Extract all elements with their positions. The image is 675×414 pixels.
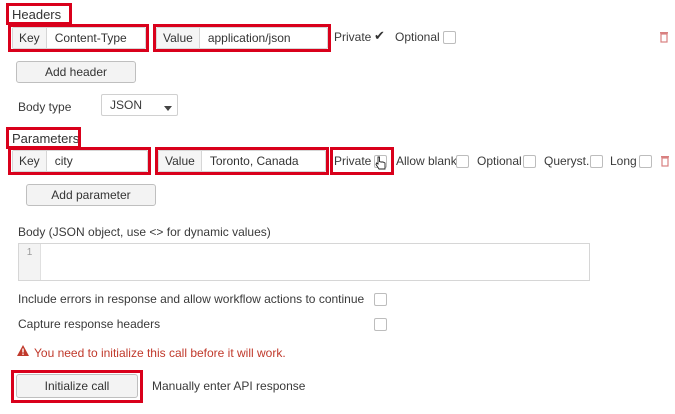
param-optional-label: Optional [477,154,522,168]
param-long-checkbox[interactable] [639,155,652,168]
param-key-label: Key [13,151,47,171]
add-header-button[interactable]: Add header [16,61,136,83]
header-optional-checkbox[interactable] [443,31,456,44]
parameters-title: Parameters [12,131,80,146]
body-type-selected: JSON [110,98,143,112]
body-gutter: 1 [19,244,41,280]
body-label: Body (JSON object, use <> for dynamic va… [18,225,271,239]
body-type-label: Body type [18,100,72,114]
header-value-label: Value [157,28,200,48]
hand-cursor-icon [375,156,386,170]
param-key-field[interactable]: Key city [12,150,148,172]
capture-headers-label: Capture response headers [18,317,161,331]
initialize-call-button[interactable]: Initialize call [16,374,138,398]
param-private-label: Private [334,154,372,168]
param-long-label: Long [610,154,637,168]
body-line-number: 1 [26,247,33,258]
param-value-field[interactable]: Value Toronto, Canada [158,150,326,172]
param-value-label: Value [159,151,202,171]
body-type-select[interactable]: JSON [101,94,178,116]
manual-response-link[interactable]: Manually enter API response [152,379,305,393]
header-value-field[interactable]: Value application/json [156,27,328,49]
capture-headers-checkbox[interactable] [374,318,387,331]
include-errors-label: Include errors in response and allow wor… [18,292,365,306]
header-private-label: Private [334,30,372,44]
header-key-field[interactable]: Key Content-Type [12,27,146,49]
param-querystring-label: Queryst. [544,154,590,168]
param-querystring-checkbox[interactable] [590,155,603,168]
chevron-down-icon [164,101,172,111]
header-key-value[interactable]: Content-Type [47,28,135,48]
param-key-value[interactable]: city [47,151,81,171]
add-parameter-button[interactable]: Add parameter [26,184,156,206]
body-content[interactable] [41,244,589,280]
include-errors-checkbox[interactable] [374,293,387,306]
param-allow-blank-label: Allow blank [396,154,457,168]
headers-title: Headers [12,7,62,22]
header-key-label: Key [13,28,47,48]
header-delete-icon[interactable] [659,31,669,43]
warning-text: You need to initialize this call before … [34,346,286,360]
header-optional-label: Optional [395,30,440,44]
header-value-value[interactable]: application/json [200,28,299,48]
param-delete-icon[interactable] [660,155,670,167]
header-private-checkbox[interactable]: ✔ [374,29,388,43]
param-optional-checkbox[interactable] [523,155,536,168]
warning-icon [17,345,29,356]
param-value-value[interactable]: Toronto, Canada [202,151,307,171]
body-editor[interactable]: 1 [18,243,590,281]
param-allow-blank-checkbox[interactable] [456,155,469,168]
